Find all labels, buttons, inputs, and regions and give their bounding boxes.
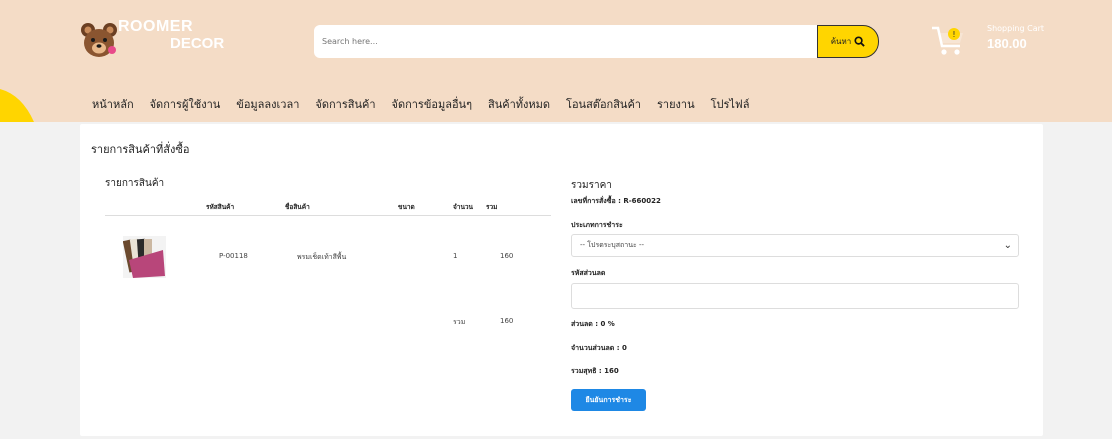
order-number: เลขที่การสั่งซื้อ : R-660022 [571,197,661,205]
items-section-title: รายการสินค้า [105,178,165,189]
row-total: 160 [500,252,514,260]
discount-amount: จำนวนส่วนลด : 0 [571,344,627,352]
search-button-label: ค้นหา [830,37,852,46]
footer-total-value: 160 [500,317,514,325]
brand-line2: DECOR [170,35,225,52]
brand-line1: ROOMER [118,18,193,35]
header-quantity: จำนวน [453,203,473,211]
net-total: รวมสุทธิ : 160 [571,367,619,375]
search-button[interactable]: ค้นหา [817,25,879,58]
confirm-payment-button[interactable]: ยืนยันการชำระ [571,389,646,411]
nav-item-products[interactable]: จัดการสินค้า [315,95,375,113]
row-quantity: 1 [453,252,458,260]
nav-item-other-data[interactable]: จัดการข้อมูลอื่นๆ [392,95,473,113]
cart-total: 180.00 [987,36,1027,51]
header-size: ขนาด [398,203,415,211]
search-bar: ค้นหา [314,25,882,58]
cart-label: Shopping Cart [987,24,1045,33]
payment-type-select[interactable]: -- โปรดระบุสถานะ -- ⌄ [571,234,1019,257]
nav-item-all-products[interactable]: สินค้าทั้งหมด [488,95,550,113]
table-divider [105,215,551,216]
search-icon [854,36,866,47]
nav-item-timesheet[interactable]: ข้อมูลลงเวลา [236,95,299,113]
brand-logo[interactable]: ROOMER DECOR [80,18,224,66]
cart-icon: ! [932,26,963,55]
payment-type-label: ประเภทการชำระ [571,221,623,229]
product-thumbnail [123,236,166,278]
bear-logo-icon [81,23,117,57]
chevron-down-icon: ⌄ [1003,240,1012,251]
search-input[interactable] [314,25,818,58]
shopping-cart[interactable]: ! Shopping Cart 180.00 [930,22,1050,62]
discount-code-input[interactable] [571,283,1019,309]
nav-item-reports[interactable]: รายงาน [657,95,695,113]
header-product-code: รหัสสินค้า [206,203,235,211]
main-nav: หน้าหลัก จัดการผู้ใช้งาน ข้อมูลลงเวลา จั… [92,95,765,113]
order-panel: รายการสินค้าที่สั่งซื้อ รายการสินค้า รหั… [80,124,1043,436]
header-total: รวม [486,203,498,211]
summary-title: รวมราคา [571,180,612,191]
nav-item-users[interactable]: จัดการผู้ใช้งาน [150,95,221,113]
header-product-name: ชื่อสินค้า [285,203,310,211]
payment-select-value: -- โปรดระบุสถานะ -- [580,241,645,249]
svg-text:!: ! [952,30,955,39]
nav-item-home[interactable]: หน้าหลัก [92,95,134,113]
page-title: รายการสินค้าที่สั่งซื้อ [91,143,190,156]
top-header: ROOMER DECOR ค้นหา ! Shopping Cart 180.0… [0,0,1112,85]
discount-percent: ส่วนลด : 0 % [571,320,615,328]
row-product-name: พรมเช็ดเท้าสีพื้น [297,253,347,261]
nav-accent-decoration [0,89,34,122]
row-product-code: P-00118 [219,252,248,260]
discount-code-label: รหัสส่วนลด [571,269,606,277]
nav-item-stock-transfer[interactable]: โอนสต๊อกสินค้า [566,95,641,113]
nav-item-profile[interactable]: โปรไฟล์ [711,95,750,113]
footer-total-label: รวม [453,318,466,326]
